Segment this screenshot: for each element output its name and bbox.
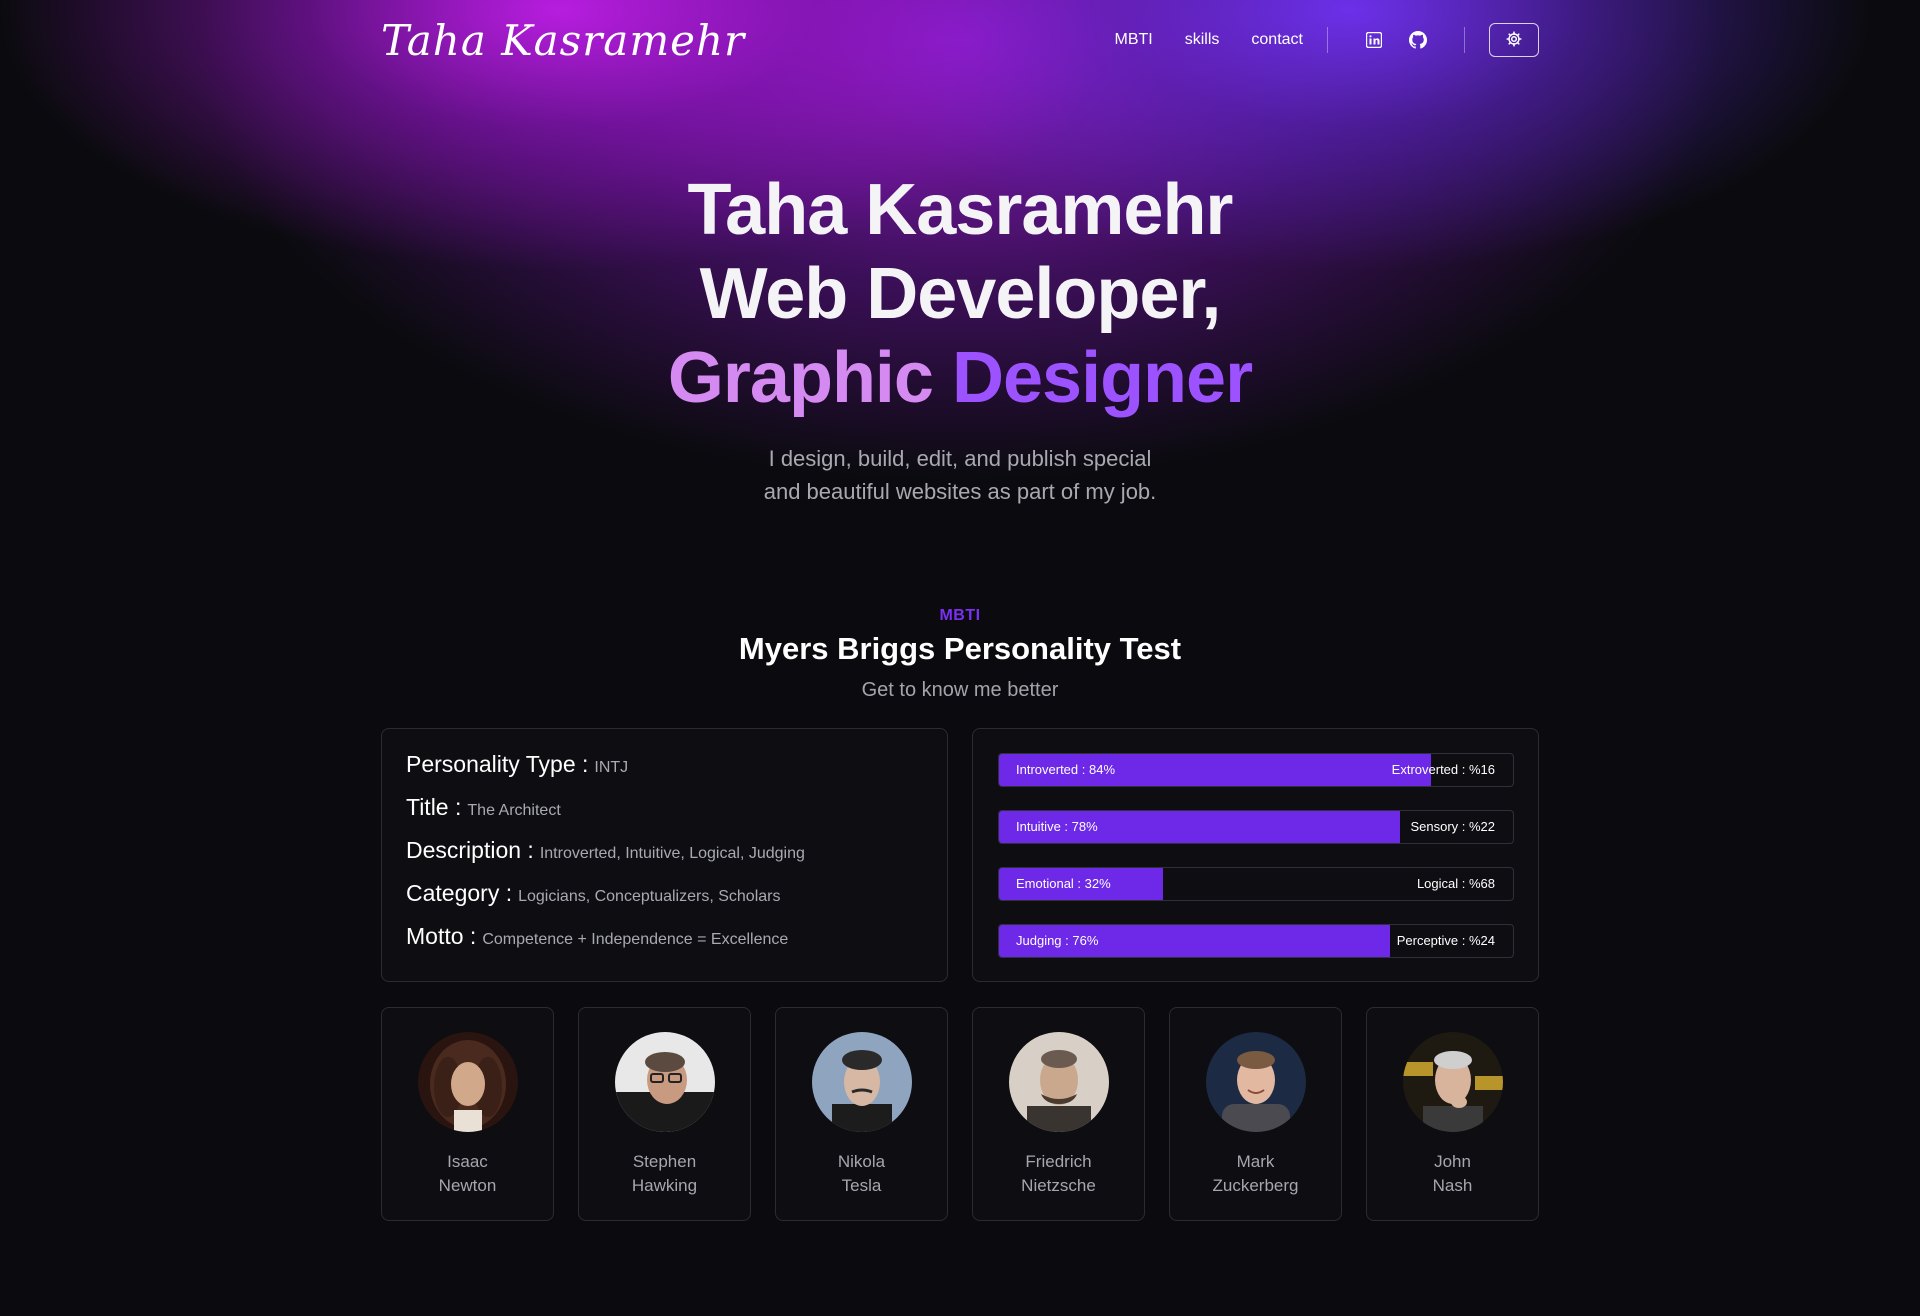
info-label: Description : [406,837,534,863]
section-tag: MBTI [939,607,981,624]
person-name: Isaac Newton [439,1150,497,1198]
avatar [1008,1032,1109,1132]
top-navigation: Taha Kasramehr MBTI skills contact [381,14,1539,66]
avatar [1205,1032,1306,1132]
hero-subtitle-line: I design, build, edit, and publish speci… [768,446,1152,471]
person-last-name: Hawking [631,1176,698,1195]
nav-right: MBTI skills contact [1115,23,1539,57]
github-icon[interactable] [1408,30,1428,50]
nav-link-skills[interactable]: skills [1185,31,1220,49]
hero-accent-line: Graphic Designer [0,336,1920,420]
info-value: Logicians, Conceptualizers, Scholars [518,888,781,905]
info-row-title: Title : The Architect [406,794,923,837]
hero-subtitle: I design, build, edit, and publish speci… [0,442,1920,508]
person-last-name: Nietzsche [1021,1176,1096,1195]
person-name: Nikola Tesla [838,1150,885,1198]
info-value: The Architect [467,802,561,819]
person-first-name: Nikola [837,1152,886,1171]
info-value: Introverted, Intuitive, Logical, Judging [539,845,805,862]
trait-bars-card: Introverted : 84% Extroverted : %16 Intu… [972,728,1539,982]
info-row-description: Description : Introverted, Intuitive, Lo… [406,837,923,880]
info-value: Competence + Independence = Excellence [482,931,789,948]
trait-bar: Introverted : 84% Extroverted : %16 [998,753,1514,787]
person-name: Stephen Hawking [632,1150,697,1198]
person-name: John Nash [1433,1150,1473,1198]
person-first-name: Stephen [632,1152,697,1171]
person-card-hawking[interactable]: Stephen Hawking [578,1007,751,1221]
hero-role-line: Web Developer, [699,254,1222,334]
person-name: Friedrich Nietzsche [1021,1150,1096,1198]
info-label: Personality Type : [406,751,589,777]
info-value: INTJ [594,759,629,776]
info-label: Category : [406,880,513,906]
trait-bar-left-label: Introverted : 84% [1016,762,1115,777]
trait-bar-right-label: Extroverted : %16 [1391,762,1495,777]
avatar [1402,1032,1503,1132]
nav-divider [1327,27,1328,53]
person-last-name: Tesla [841,1176,882,1195]
trait-bar-left-label: Judging : 76% [1016,933,1099,948]
info-label: Motto : [406,923,477,949]
hero-section: Taha Kasramehr Web Developer, Graphic De… [0,168,1920,508]
trait-bar: Intuitive : 78% Sensory : %22 [998,810,1514,844]
info-row-motto: Motto : Competence + Independence = Exce… [406,923,923,966]
avatar [811,1032,912,1132]
person-first-name: Friedrich [1025,1152,1092,1171]
person-card-newton[interactable]: Isaac Newton [381,1007,554,1221]
mbti-header: MBTI Myers Briggs Personality Test Get t… [0,607,1920,702]
trait-bar-left-label: Intuitive : 78% [1016,819,1098,834]
trait-bar-right-label: Logical : %68 [1416,876,1495,891]
nav-divider [1464,27,1465,53]
trait-bar-left-label: Emotional : 32% [1016,876,1111,891]
person-last-name: Nash [1432,1176,1473,1195]
person-first-name: Mark [1236,1152,1275,1171]
person-last-name: Newton [438,1176,497,1195]
trait-bar: Judging : 76% Perceptive : %24 [998,924,1514,958]
same-type-people: Isaac Newton Stephen Hawking Nikola Tesl… [381,1007,1539,1221]
nav-link-mbti[interactable]: MBTI [1115,31,1153,49]
section-subtitle: Get to know me better [861,679,1059,701]
person-card-nash[interactable]: John Nash [1366,1007,1539,1221]
info-label: Title : [406,794,462,820]
info-row-type: Personality Type : INTJ [406,751,923,794]
settings-button[interactable] [1489,23,1539,57]
trait-bar-right-label: Perceptive : %24 [1396,933,1495,948]
person-card-zuckerberg[interactable]: Mark Zuckerberg [1169,1007,1342,1221]
site-logo[interactable]: Taha Kasramehr [381,16,745,65]
person-card-tesla[interactable]: Nikola Tesla [775,1007,948,1221]
avatar [614,1032,715,1132]
person-first-name: John [1434,1152,1471,1171]
trait-bar: Emotional : 32% Logical : %68 [998,867,1514,901]
personality-info-card: Personality Type : INTJ Title : The Arch… [381,728,948,982]
nav-link-contact[interactable]: contact [1251,31,1303,49]
trait-bar-right-label: Sensory : %22 [1410,819,1495,834]
hero-subtitle-line: and beautiful websites as part of my job… [763,479,1157,504]
hero-accent-word: Graphic [667,338,934,418]
linkedin-icon[interactable] [1364,30,1384,50]
person-first-name: Isaac [447,1152,488,1171]
person-name: Mark Zuckerberg [1213,1150,1299,1198]
hero-accent-word: Designer [951,338,1253,418]
info-row-category: Category : Logicians, Conceptualizers, S… [406,880,923,923]
person-last-name: Zuckerberg [1212,1176,1299,1195]
avatar [417,1032,518,1132]
section-title: Myers Briggs Personality Test [738,631,1182,666]
gear-icon [1506,30,1522,50]
hero-name: Taha Kasramehr [687,170,1234,250]
person-card-nietzsche[interactable]: Friedrich Nietzsche [972,1007,1145,1221]
